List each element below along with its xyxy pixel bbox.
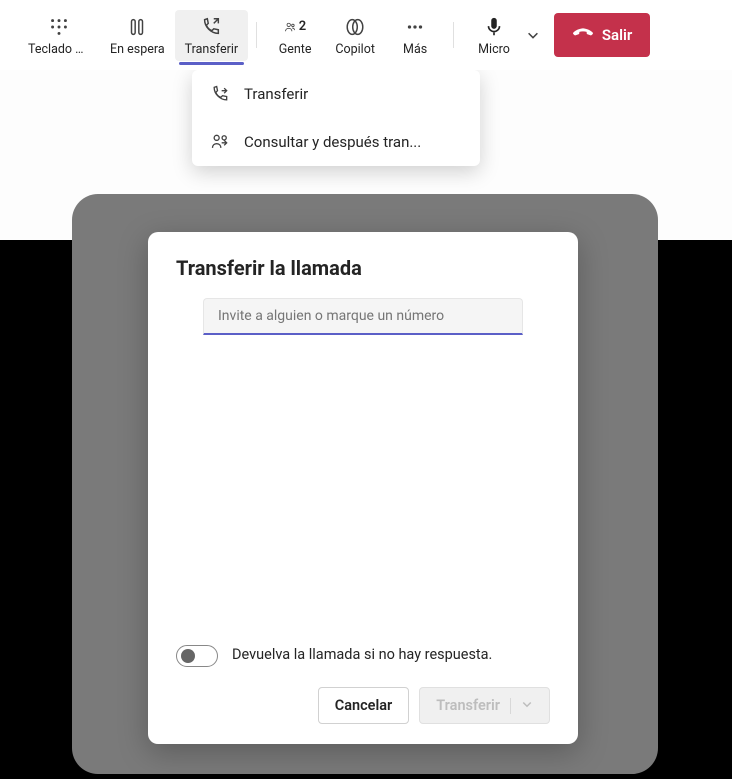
more-label: Más: [403, 42, 427, 57]
people-label: Gente: [279, 42, 312, 57]
leave-label: Salir: [602, 26, 632, 44]
transfer-label: Transferir: [185, 42, 239, 57]
dialog-footer: Devuelva la llamada si no hay respuesta.…: [176, 645, 550, 724]
copilot-label: Copilot: [335, 42, 375, 57]
transfer-call-dialog: Transferir la llamada Devuelva la llamad…: [148, 232, 578, 744]
mic-button[interactable]: Micro: [468, 10, 520, 61]
mic-label: Micro: [478, 42, 510, 57]
phone-hangup-icon: [572, 22, 594, 48]
dropdown-transfer[interactable]: Transferir: [192, 70, 480, 118]
more-button[interactable]: Más: [385, 10, 445, 61]
button-separator: [510, 698, 511, 714]
hold-label: En espera: [110, 42, 165, 57]
mic-chevron[interactable]: [526, 27, 542, 43]
transfer-confirm-button[interactable]: Transferir: [419, 687, 550, 724]
chevron-down-icon: [521, 697, 533, 714]
transfer-button[interactable]: Transferir: [175, 10, 249, 61]
mic-icon: [483, 16, 505, 38]
people-button[interactable]: 2 Gente: [265, 10, 325, 61]
leave-button[interactable]: Salir: [554, 13, 650, 57]
cancel-button[interactable]: Cancelar: [318, 687, 410, 724]
ringback-toggle[interactable]: [176, 645, 218, 667]
dialog-title: Transferir la llamada: [176, 256, 550, 280]
phone-transfer-icon: [200, 16, 222, 38]
transfer-dropdown: Transferir Consultar y después tran...: [192, 70, 480, 166]
transfer-confirm-label: Transferir: [436, 697, 500, 714]
hold-button[interactable]: En espera: [100, 10, 175, 61]
copilot-icon: [344, 16, 366, 38]
ringback-label: Devuelva la llamada si no hay respuesta.: [232, 645, 492, 665]
dropdown-transfer-label: Transferir: [244, 85, 308, 103]
pause-icon: [126, 16, 148, 38]
toolbar-separator: [256, 22, 257, 48]
mic-group: Micro: [468, 10, 542, 61]
dropdown-consult-label: Consultar y después tran...: [244, 133, 421, 151]
phone-forward-icon: [210, 84, 230, 104]
people-swap-icon: [210, 132, 230, 152]
keypad-button[interactable]: Teclado de ...: [18, 10, 100, 61]
copilot-button[interactable]: Copilot: [325, 10, 385, 61]
people-icon: 2: [284, 16, 306, 38]
dialog-button-row: Cancelar Transferir: [176, 687, 550, 724]
ringback-row: Devuelva la llamada si no hay respuesta.: [176, 645, 550, 667]
dropdown-consult-transfer[interactable]: Consultar y después tran...: [192, 118, 480, 166]
invite-input[interactable]: [203, 298, 523, 335]
keypad-label: Teclado de ...: [28, 42, 90, 57]
more-icon: [404, 16, 426, 38]
people-count: 2: [299, 19, 306, 34]
toolbar-separator: [453, 22, 454, 48]
dialpad-icon: [48, 16, 70, 38]
call-toolbar: Teclado de ... En espera Transferir 2 Ge…: [0, 0, 732, 70]
